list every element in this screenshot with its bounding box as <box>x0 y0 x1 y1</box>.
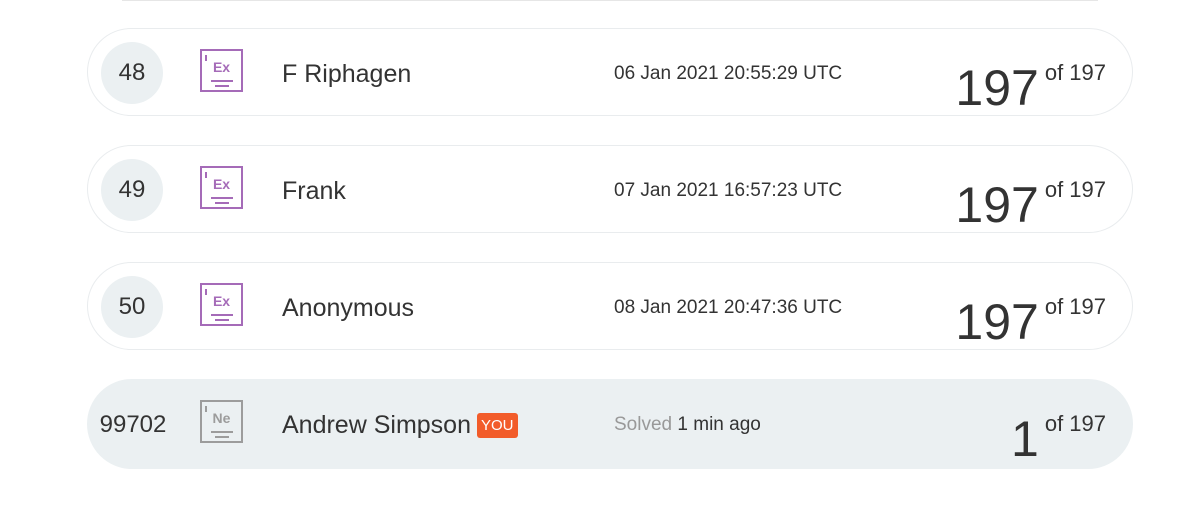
badge-symbol: Ex <box>212 59 231 75</box>
score-total: of 197 <box>1044 177 1106 202</box>
leaderboard-row[interactable]: 50 Ex Anonymous 08 Jan 2021 20:47:36 UTC… <box>87 262 1133 350</box>
expert-badge-icon: Ex <box>200 283 243 326</box>
solved-date: 06 Jan 2021 20:55:29 UTC <box>614 63 843 84</box>
rank-circle: 50 <box>101 276 163 338</box>
current-user-rank: 99702 <box>99 411 167 438</box>
solved-date: 07 Jan 2021 16:57:23 UTC <box>614 180 843 201</box>
player-name[interactable]: F Riphagen <box>282 59 411 89</box>
score-value: 197 <box>955 60 1039 116</box>
solved-time: 1 min ago <box>677 414 761 435</box>
top-divider <box>122 0 1098 1</box>
score: 197 of 197 <box>955 279 1106 350</box>
player-name[interactable]: Frank <box>282 176 346 206</box>
score: 1 of 197 <box>1011 396 1106 467</box>
badge-symbol: Ex <box>212 176 231 192</box>
neophyte-badge-icon: Ne <box>200 400 243 443</box>
score-total: of 197 <box>1044 294 1106 319</box>
solved-date: 08 Jan 2021 20:47:36 UTC <box>614 297 843 318</box>
rank-circle: 49 <box>101 159 163 221</box>
expert-badge-icon: Ex <box>200 49 243 92</box>
solved-label: Solved <box>614 414 673 435</box>
score: 197 of 197 <box>955 162 1106 233</box>
score-value: 197 <box>955 177 1039 233</box>
leaderboard-row[interactable]: 48 Ex F Riphagen 06 Jan 2021 20:55:29 UT… <box>87 28 1133 116</box>
score-value: 197 <box>955 294 1039 350</box>
score: 197 of 197 <box>955 45 1106 116</box>
player-name[interactable]: Anonymous <box>282 293 414 323</box>
score-value: 1 <box>1011 411 1039 467</box>
badge-symbol: Ex <box>212 293 231 309</box>
expert-badge-icon: Ex <box>200 166 243 209</box>
score-total: of 197 <box>1044 411 1106 436</box>
you-badge: YOU <box>476 413 518 438</box>
player-name[interactable]: Andrew Simpson YOU <box>282 410 518 440</box>
badge-symbol: Ne <box>212 410 231 426</box>
rank-circle: 48 <box>101 42 163 104</box>
solved-status: Solved 1 min ago <box>614 413 761 437</box>
score-total: of 197 <box>1044 60 1106 85</box>
current-user-row[interactable]: 99702 Ne Andrew Simpson YOU Solved 1 min … <box>87 379 1133 469</box>
current-user-name: Andrew Simpson <box>282 411 471 439</box>
leaderboard-row[interactable]: 49 Ex Frank 07 Jan 2021 16:57:23 UTC 197… <box>87 145 1133 233</box>
leaderboard-list: 48 Ex F Riphagen 06 Jan 2021 20:55:29 UT… <box>87 28 1133 498</box>
